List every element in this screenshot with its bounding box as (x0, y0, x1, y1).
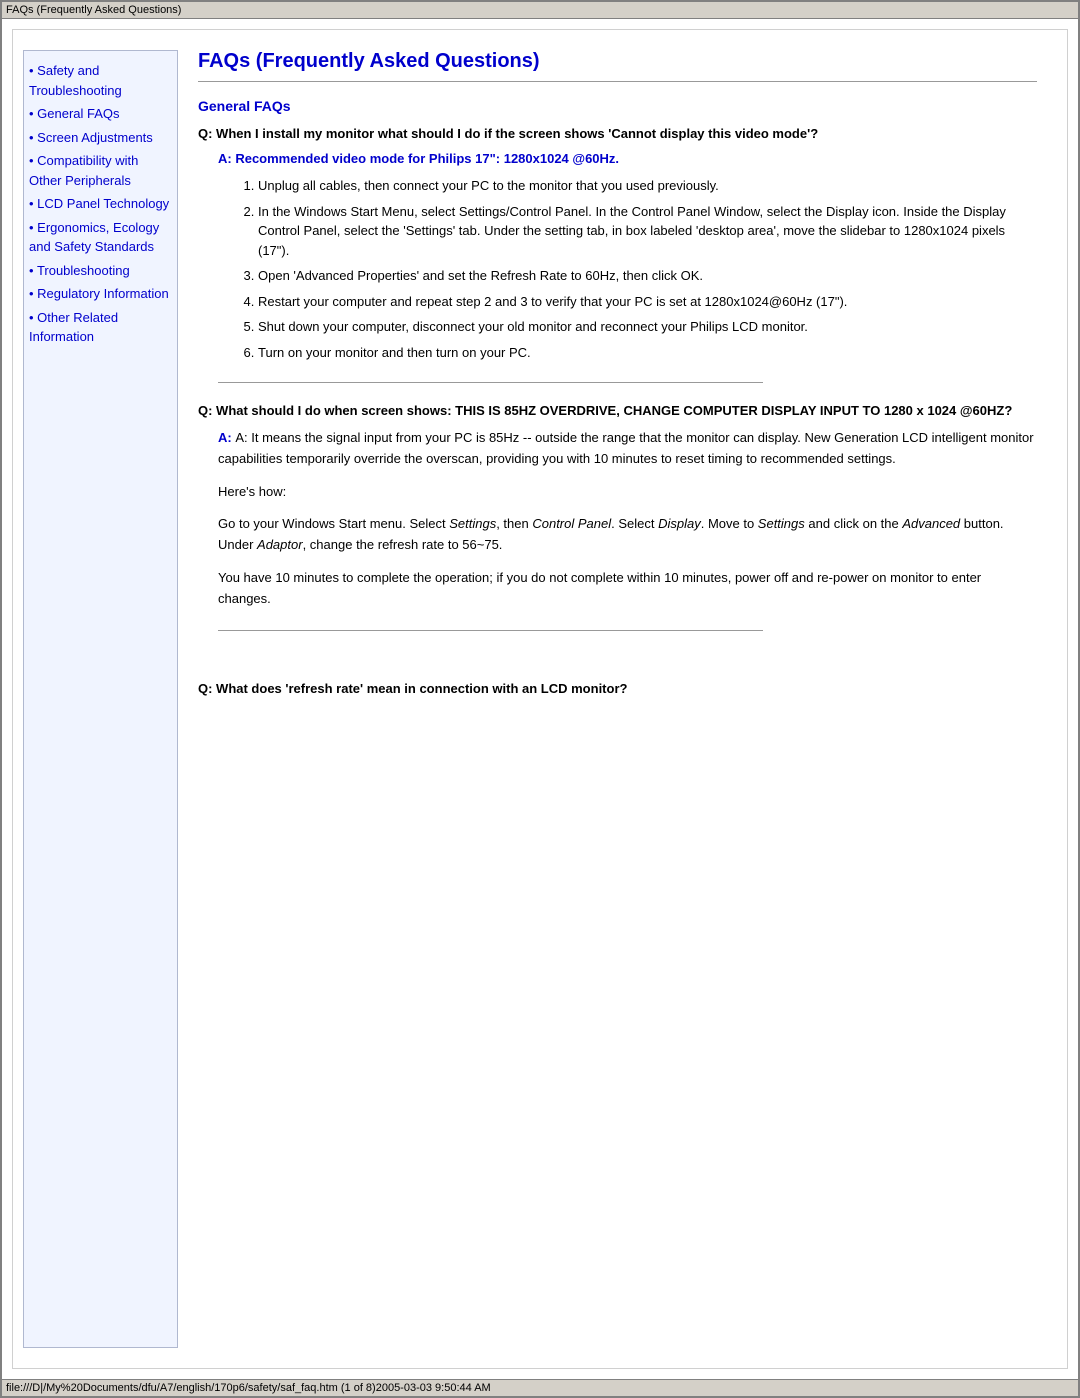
question-3: Q: What does 'refresh rate' mean in conn… (198, 681, 1037, 696)
status-bar-text: file:///D|/My%20Documents/dfu/A7/english… (6, 1382, 491, 1394)
heres-how: Here's how: (218, 482, 1037, 503)
sidebar-item-lcd[interactable]: LCD Panel Technology (29, 194, 172, 214)
list-item: Unplug all cables, then connect your PC … (258, 176, 1037, 196)
sidebar-item-general[interactable]: General FAQs (29, 104, 172, 124)
answer-1-steps: Unplug all cables, then connect your PC … (258, 176, 1037, 362)
sidebar: Safety and Troubleshooting General FAQs … (23, 50, 178, 1348)
answer-1-header: A: Recommended video mode for Philips 17… (218, 151, 1037, 166)
sidebar-item-other[interactable]: Other Related Information (29, 308, 172, 347)
title-bar: FAQs (Frequently Asked Questions) (2, 2, 1078, 19)
answer-2-intro: A: A: It means the signal input from you… (218, 428, 1037, 470)
sidebar-item-compatibility[interactable]: Compatibility with Other Peripherals (29, 151, 172, 190)
answer-2-goto: Go to your Windows Start menu. Select Se… (218, 514, 1037, 556)
sidebar-item-safety[interactable]: Safety and Troubleshooting (29, 61, 172, 100)
status-bar: file:///D|/My%20Documents/dfu/A7/english… (2, 1379, 1078, 1396)
q3-text: Q: What does 'refresh rate' mean in conn… (198, 681, 627, 696)
answer-2-tenmin: You have 10 minutes to complete the oper… (218, 568, 1037, 610)
list-item: Turn on your monitor and then turn on yo… (258, 343, 1037, 363)
question-1: Q: When I install my monitor what should… (198, 126, 1037, 141)
page-title: FAQs (Frequently Asked Questions) (198, 50, 1037, 73)
main-content: FAQs (Frequently Asked Questions) Genera… (178, 50, 1057, 1348)
sidebar-item-regulatory[interactable]: Regulatory Information (29, 284, 172, 304)
title-divider (198, 81, 1037, 82)
section-divider-2 (218, 630, 763, 631)
section-divider-1 (218, 382, 763, 383)
list-item: Restart your computer and repeat step 2 … (258, 292, 1037, 312)
q2-text: Q: What should I do when screen shows: T… (198, 403, 1012, 418)
title-bar-text: FAQs (Frequently Asked Questions) (6, 4, 181, 16)
list-item: In the Windows Start Menu, select Settin… (258, 202, 1037, 261)
list-item: Open 'Advanced Properties' and set the R… (258, 266, 1037, 286)
sidebar-item-ergonomics[interactable]: Ergonomics, Ecology and Safety Standards (29, 218, 172, 257)
q1-text: Q: When I install my monitor what should… (198, 126, 818, 141)
sidebar-item-troubleshooting[interactable]: Troubleshooting (29, 261, 172, 281)
question-2: Q: What should I do when screen shows: T… (198, 403, 1037, 418)
section-title: General FAQs (198, 98, 1037, 114)
a2-label: A: (218, 430, 235, 445)
list-item: Shut down your computer, disconnect your… (258, 317, 1037, 337)
sidebar-item-screen[interactable]: Screen Adjustments (29, 128, 172, 148)
